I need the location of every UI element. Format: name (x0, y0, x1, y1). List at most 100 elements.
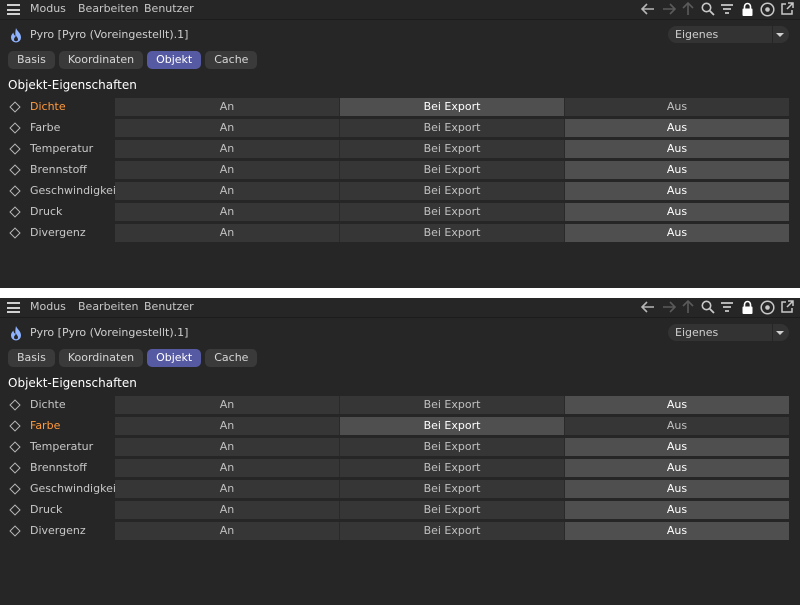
tab-koordinaten[interactable]: Koordinaten (58, 51, 144, 69)
tab-objekt[interactable]: Objekt (147, 349, 202, 367)
keyframe-diamond-icon[interactable] (9, 399, 21, 411)
back-arrow-icon[interactable] (640, 1, 656, 17)
option-an[interactable]: An (115, 459, 339, 477)
tab-cache[interactable]: Cache (205, 349, 258, 367)
option-an[interactable]: An (115, 522, 339, 540)
new-window-icon[interactable] (779, 1, 795, 17)
option-an[interactable]: An (115, 98, 339, 116)
option-an[interactable]: An (115, 119, 339, 137)
export-mode-selector: An Bei Export Aus (115, 119, 789, 137)
new-window-icon[interactable] (779, 299, 795, 315)
option-aus[interactable]: Aus (564, 438, 789, 456)
menu-bearbeiten[interactable]: Bearbeiten (78, 2, 138, 16)
option-bei-export[interactable]: Bei Export (339, 161, 564, 179)
tab-cache[interactable]: Cache (205, 51, 258, 69)
option-bei-export[interactable]: Bei Export (339, 140, 564, 158)
menu-benutzer[interactable]: Benutzer (144, 300, 194, 314)
keyframe-diamond-icon[interactable] (9, 504, 21, 516)
keyframe-diamond-icon[interactable] (9, 462, 21, 474)
option-bei-export[interactable]: Bei Export (339, 501, 564, 519)
option-bei-export[interactable]: Bei Export (339, 119, 564, 137)
keyframe-diamond-icon[interactable] (9, 185, 21, 197)
keyframe-diamond-icon[interactable] (9, 122, 21, 134)
search-icon[interactable] (700, 299, 716, 315)
option-aus[interactable]: Aus (564, 98, 789, 116)
option-aus[interactable]: Aus (564, 459, 789, 477)
option-aus[interactable]: Aus (564, 161, 789, 179)
target-icon[interactable] (759, 299, 775, 315)
lock-icon[interactable] (739, 299, 755, 315)
option-an[interactable]: An (115, 224, 339, 242)
tab-basis[interactable]: Basis (8, 51, 55, 69)
keyframe-diamond-icon[interactable] (9, 227, 21, 239)
option-aus[interactable]: Aus (564, 417, 789, 435)
option-aus[interactable]: Aus (564, 203, 789, 221)
menu-bearbeiten[interactable]: Bearbeiten (78, 300, 138, 314)
target-icon[interactable] (759, 1, 775, 17)
option-aus[interactable]: Aus (564, 396, 789, 414)
option-aus[interactable]: Aus (564, 480, 789, 498)
option-aus[interactable]: Aus (564, 140, 789, 158)
back-arrow-icon[interactable] (640, 299, 656, 315)
tab-basis[interactable]: Basis (8, 349, 55, 367)
keyframe-diamond-icon[interactable] (9, 143, 21, 155)
option-bei-export[interactable]: Bei Export (339, 417, 564, 435)
menu-modus[interactable]: Modus (30, 300, 66, 314)
option-an[interactable]: An (115, 438, 339, 456)
option-an[interactable]: An (115, 140, 339, 158)
property-label: Temperatur (30, 142, 94, 155)
option-bei-export[interactable]: Bei Export (339, 203, 564, 221)
option-bei-export[interactable]: Bei Export (339, 98, 564, 116)
up-arrow-icon[interactable] (680, 299, 696, 315)
option-an[interactable]: An (115, 480, 339, 498)
object-header: Pyro [Pyro (Voreingestellt).1] Eigenes (0, 24, 800, 46)
keyframe-diamond-icon[interactable] (9, 525, 21, 537)
property-label: Geschwindigkeit (30, 482, 121, 495)
option-aus[interactable]: Aus (564, 224, 789, 242)
option-an[interactable]: An (115, 396, 339, 414)
option-bei-export[interactable]: Bei Export (339, 459, 564, 477)
preset-dropdown[interactable]: Eigenes (668, 324, 789, 341)
forward-arrow-icon[interactable] (661, 299, 677, 315)
keyframe-diamond-icon[interactable] (9, 420, 21, 432)
hamburger-menu-icon[interactable] (7, 302, 20, 313)
tab-objekt[interactable]: Objekt (147, 51, 202, 69)
preset-dropdown[interactable]: Eigenes (668, 26, 789, 43)
filter-icon[interactable] (719, 1, 735, 17)
option-aus[interactable]: Aus (564, 182, 789, 200)
property-row: Temperatur An Bei Export Aus (0, 438, 800, 456)
keyframe-diamond-icon[interactable] (9, 441, 21, 453)
forward-arrow-icon[interactable] (661, 1, 677, 17)
menu-modus[interactable]: Modus (30, 2, 66, 16)
up-arrow-icon[interactable] (680, 1, 696, 17)
export-mode-selector: An Bei Export Aus (115, 396, 789, 414)
keyframe-diamond-icon[interactable] (9, 206, 21, 218)
option-bei-export[interactable]: Bei Export (339, 396, 564, 414)
option-bei-export[interactable]: Bei Export (339, 522, 564, 540)
option-an[interactable]: An (115, 161, 339, 179)
option-bei-export[interactable]: Bei Export (339, 224, 564, 242)
option-an[interactable]: An (115, 203, 339, 221)
option-bei-export[interactable]: Bei Export (339, 182, 564, 200)
option-aus[interactable]: Aus (564, 119, 789, 137)
property-label: Divergenz (30, 524, 86, 537)
option-bei-export[interactable]: Bei Export (339, 480, 564, 498)
tab-koordinaten[interactable]: Koordinaten (58, 349, 144, 367)
keyframe-diamond-icon[interactable] (9, 483, 21, 495)
option-an[interactable]: An (115, 501, 339, 519)
export-mode-selector: An Bei Export Aus (115, 501, 789, 519)
option-aus[interactable]: Aus (564, 501, 789, 519)
menu-benutzer[interactable]: Benutzer (144, 2, 194, 16)
property-label: Divergenz (30, 226, 86, 239)
keyframe-diamond-icon[interactable] (9, 101, 21, 113)
search-icon[interactable] (700, 1, 716, 17)
option-an[interactable]: An (115, 182, 339, 200)
option-an[interactable]: An (115, 417, 339, 435)
property-label: Brennstoff (30, 461, 87, 474)
lock-icon[interactable] (739, 1, 755, 17)
option-aus[interactable]: Aus (564, 522, 789, 540)
filter-icon[interactable] (719, 299, 735, 315)
option-bei-export[interactable]: Bei Export (339, 438, 564, 456)
hamburger-menu-icon[interactable] (7, 4, 20, 15)
keyframe-diamond-icon[interactable] (9, 164, 21, 176)
